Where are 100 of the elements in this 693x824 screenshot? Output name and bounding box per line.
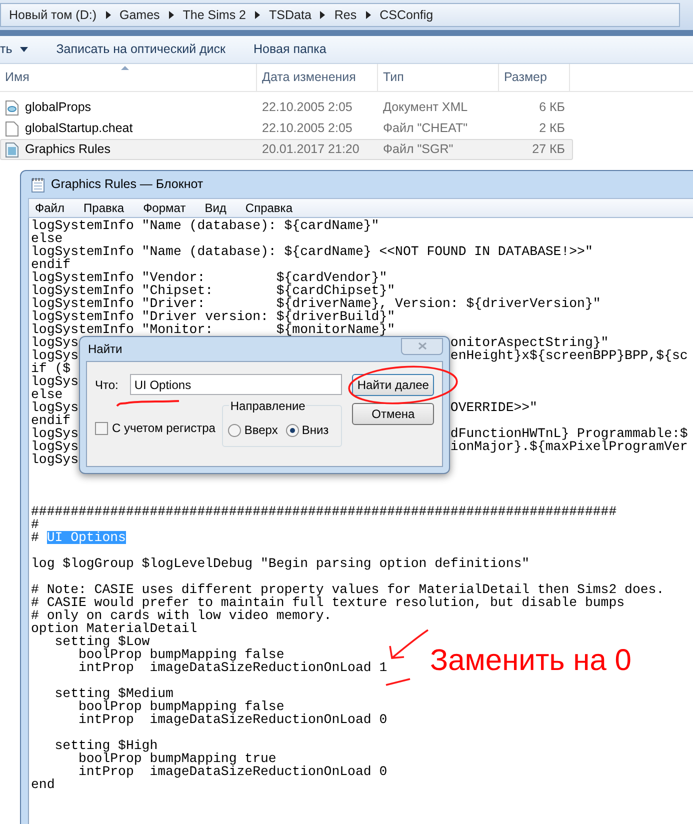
chevron-right-icon — [168, 11, 174, 19]
annotation-text: Заменить на 0 — [430, 644, 632, 678]
code-line: end — [31, 777, 55, 792]
code-line: endif — [31, 257, 71, 272]
breadcrumb[interactable]: TSData — [269, 6, 312, 24]
selected-text: UI Options — [46, 531, 126, 544]
code-line: else — [31, 387, 63, 402]
column-header[interactable]: Размер — [499, 64, 570, 91]
column-header[interactable]: Имя — [0, 64, 257, 91]
code-line: # — [31, 531, 40, 544]
toolbar-button[interactable]: Записать на оптический диск — [56, 40, 226, 59]
file-row[interactable]: globalStartup.cheat 22.10.2005 2:05 Файл "CHEAT" 2 КБ — [0, 118, 573, 139]
code-line: setting $High — [54, 738, 158, 753]
menu-item[interactable]: Правка — [84, 199, 124, 217]
code-line: enHeight}x${screenBPP}BPP,${sc — [450, 349, 688, 362]
direction-radio[interactable]: Вниз — [286, 421, 329, 439]
code-line: setting $Low — [54, 634, 150, 649]
find-input[interactable]: UI Options — [130, 374, 342, 395]
file-date: 20.01.2017 21:20 — [261, 141, 360, 158]
code-line: logSys — [31, 349, 78, 362]
chevron-right-icon — [320, 11, 326, 19]
code-line: intProp imageDataSizeReductionOnLoad 1 — [77, 660, 388, 675]
close-button[interactable] — [401, 338, 443, 354]
code-line: boolProp bumpMapping false — [78, 647, 284, 662]
menu-item[interactable]: Формат — [143, 199, 186, 217]
close-icon — [418, 342, 426, 350]
window-title: Graphics Rules — Блокнот — [51, 176, 204, 194]
file-size: 2 КБ — [538, 120, 565, 138]
code-line: dFunctionHWTnL} Programmable:$ — [450, 427, 688, 440]
caret-icon — [20, 47, 28, 52]
code-line: logSys — [31, 375, 78, 388]
address-bar[interactable]: Новый том (D:) Games The Sims 2 TSData Res CSConfig — [0, 3, 680, 27]
code-line: boolProp bumpMapping true — [78, 751, 276, 766]
code-line: logSystemInfo "Vendor: ${cardVendor}" — [31, 270, 388, 285]
find-next-button[interactable]: Найти далее — [352, 374, 434, 396]
code-line: logSystemInfo "Driver version: ${driverBuild}" — [31, 309, 396, 324]
code-line: else — [31, 231, 63, 246]
code-line: logSys — [31, 427, 78, 440]
code-line: logSystemInfo "Chipset: ${cardChipset}" — [31, 283, 396, 298]
code-line: logSystemInfo "Monitor: ${monitorName}" — [31, 322, 396, 337]
sort-ascending-icon — [121, 66, 129, 70]
hand-drawn-underline — [116, 398, 180, 408]
code-line: logSystemInfo "Name (database): ${cardName}" — [31, 218, 380, 233]
menu-item[interactable]: Справка — [245, 199, 292, 217]
chevron-right-icon — [366, 11, 371, 19]
column-header[interactable]: Дата изменения — [257, 64, 378, 91]
chevron-right-icon — [255, 11, 260, 19]
breadcrumb[interactable]: Res — [334, 6, 357, 24]
toolbar-button[interactable]: ть — [0, 40, 28, 59]
hand-drawn-dash — [385, 678, 411, 686]
code-line: ionMajor}.${maxPixelProgramVer — [450, 440, 688, 453]
cancel-button[interactable]: Отмена — [352, 403, 434, 425]
code-line: intProp imageDataSizeReductionOnLoad 0 — [77, 712, 388, 727]
find-label: Что: — [95, 376, 118, 394]
file-icon — [5, 120, 19, 136]
code-line: # only on cards with low video memory. — [31, 608, 332, 623]
file-row[interactable]: globalProps 22.10.2005 2:05 Документ XML 6 КБ — [0, 97, 573, 118]
breadcrumb[interactable]: The Sims 2 — [182, 6, 246, 24]
notepad-icon — [31, 176, 45, 192]
breadcrumb[interactable]: Games — [120, 6, 160, 24]
menu-item[interactable]: Вид — [204, 199, 226, 217]
code-line: endif — [31, 413, 71, 428]
code-line: logSys — [31, 440, 78, 453]
chevron-right-icon — [106, 11, 110, 19]
breadcrumb[interactable]: Новый том (D:) — [9, 6, 96, 24]
code-line: boolProp bumpMapping false — [78, 699, 284, 714]
code-line: intProp imageDataSizeReductionOnLoad 0 — [77, 764, 388, 779]
code-line: # CASIE would prefer to maintain full texture resolution, but disable bumps — [31, 595, 625, 610]
code-line: logSystemInfo "Driver: ${driverName}, Version: ${driverVersion}" — [31, 296, 601, 311]
code-line: logSystemInfo "Name (database): ${cardName} <<NOT FOUND IN DATABASE!>>" — [31, 244, 593, 259]
code-line: logSys — [31, 401, 78, 414]
file-date: 22.10.2005 2:05 — [261, 120, 354, 138]
file-name: globalStartup.cheat — [25, 120, 133, 138]
file-type: Файл "SGR" — [382, 141, 454, 158]
code-line: if ($ — [31, 362, 71, 375]
file-icon — [5, 142, 19, 158]
direction-radio[interactable]: Вверх — [228, 421, 278, 439]
code-line: logSys — [31, 336, 78, 349]
file-row[interactable]: Graphics Rules 20.01.2017 21:20 Файл "SGR" 27 КБ — [0, 139, 573, 160]
match-case-checkbox[interactable]: С учетом регистра — [95, 419, 216, 437]
code-line: OVERRIDE>>" — [450, 401, 538, 414]
file-type: Файл "CHEAT" — [382, 120, 469, 138]
file-type: Документ XML — [382, 99, 469, 116]
toolbar-button[interactable]: Новая папка — [254, 40, 326, 59]
code-line: # Note: CASIE uses different property values for MaterialDetail then Sims2 does. — [31, 582, 664, 597]
code-line: setting $Medium — [54, 686, 174, 701]
column-header[interactable]: Тип — [378, 64, 499, 91]
code-line: ########################################################################## — [31, 504, 617, 519]
code-line: logSys — [31, 453, 78, 466]
breadcrumb[interactable]: CSConfig — [380, 6, 434, 24]
code-line: log $logGroup $logLevelDebug "Begin parsing option definitions" — [31, 556, 530, 571]
dialog-title: Найти — [88, 341, 122, 358]
file-size: 27 КБ — [531, 141, 565, 158]
code-line: # — [31, 517, 39, 532]
file-date: 22.10.2005 2:05 — [261, 99, 354, 116]
file-size: 6 КБ — [538, 99, 565, 116]
code-line: option MaterialDetail — [31, 621, 198, 636]
file-name: Graphics Rules — [25, 141, 110, 158]
menu-item[interactable]: Файл — [35, 199, 65, 217]
code-line: onitorAspectString}" — [450, 336, 609, 349]
